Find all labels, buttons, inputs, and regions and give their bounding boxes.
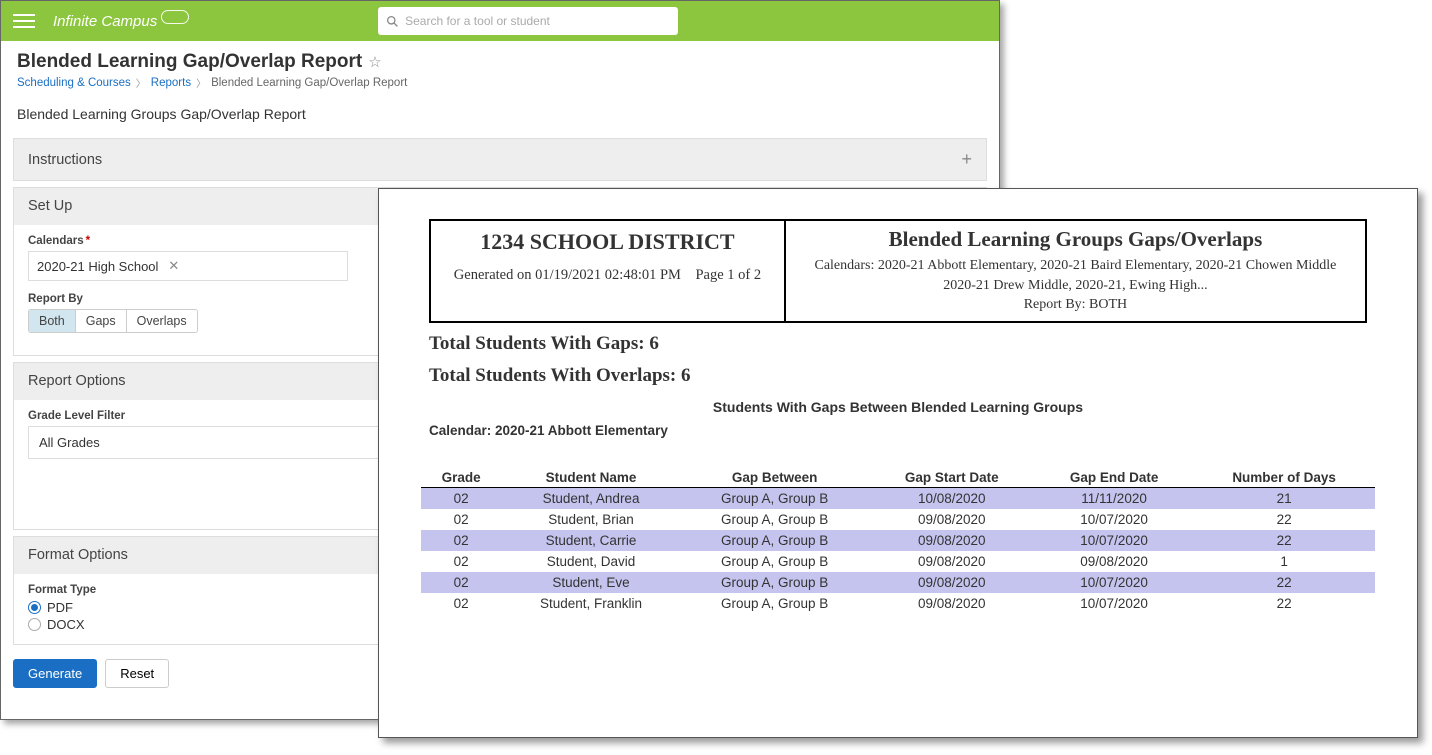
table-row: 02Student, BrianGroup A, Group B09/08/20… bbox=[421, 509, 1375, 530]
table-row: 02Student, CarrieGroup A, Group B09/08/2… bbox=[421, 530, 1375, 551]
table-cell: 21 bbox=[1193, 487, 1375, 509]
report-header: 1234 SCHOOL DISTRICT Generated on 01/19/… bbox=[429, 219, 1367, 323]
table-cell: Group A, Group B bbox=[681, 551, 869, 572]
instructions-panel: Instructions + bbox=[13, 138, 987, 181]
report-subtitle: Blended Learning Groups Gap/Overlap Repo… bbox=[1, 96, 999, 132]
remove-chip-icon[interactable]: ✕ bbox=[168, 258, 179, 274]
table-row: 02Student, EveGroup A, Group B09/08/2020… bbox=[421, 572, 1375, 593]
crumb-scheduling[interactable]: Scheduling & Courses bbox=[17, 77, 131, 89]
table-cell: 02 bbox=[421, 530, 501, 551]
report-title: Blended Learning Groups Gaps/Overlaps bbox=[796, 227, 1355, 252]
table-cell: Group A, Group B bbox=[681, 530, 869, 551]
total-overlaps: Total Students With Overlaps: 6 bbox=[429, 365, 1367, 387]
seg-gaps[interactable]: Gaps bbox=[76, 310, 127, 332]
table-cell: 10/07/2020 bbox=[1035, 572, 1193, 593]
generated-timestamp: Generated on 01/19/2021 02:48:01 PM bbox=[454, 267, 681, 283]
th-grade: Grade bbox=[421, 466, 501, 488]
table-cell: Student, Brian bbox=[501, 509, 680, 530]
page-title: Blended Learning Gap/Overlap Report bbox=[17, 51, 362, 73]
th-start: Gap Start Date bbox=[869, 466, 1035, 488]
radio-docx-label: DOCX bbox=[47, 617, 85, 632]
search-input[interactable] bbox=[405, 14, 670, 28]
calendars-select[interactable]: 2020-21 High School ✕ bbox=[28, 251, 348, 281]
radio-icon bbox=[28, 601, 41, 614]
report-calendars2: 2020-21 Drew Middle, 2020-21, Ewing High… bbox=[796, 276, 1355, 296]
table-cell: 22 bbox=[1193, 593, 1375, 614]
table-cell: 10/07/2020 bbox=[1035, 593, 1193, 614]
calendar-line: Calendar: 2020-21 Abbott Elementary bbox=[429, 423, 1367, 438]
table-cell: 22 bbox=[1193, 509, 1375, 530]
table-cell: 09/08/2020 bbox=[1035, 551, 1193, 572]
th-between: Gap Between bbox=[681, 466, 869, 488]
table-cell: 02 bbox=[421, 593, 501, 614]
report-preview: 1234 SCHOOL DISTRICT Generated on 01/19/… bbox=[378, 188, 1418, 738]
table-cell: 09/08/2020 bbox=[869, 509, 1035, 530]
table-cell: Group A, Group B bbox=[681, 509, 869, 530]
report-by-line: Report By: BOTH bbox=[796, 295, 1355, 315]
table-cell: 09/08/2020 bbox=[869, 530, 1035, 551]
th-end: Gap End Date bbox=[1035, 466, 1193, 488]
crumb-reports[interactable]: Reports bbox=[151, 77, 191, 89]
table-cell: 10/08/2020 bbox=[869, 487, 1035, 509]
table-cell: 02 bbox=[421, 509, 501, 530]
district-name: 1234 SCHOOL DISTRICT bbox=[441, 229, 774, 255]
cloud-icon bbox=[161, 10, 189, 24]
page-header: Blended Learning Gap/Overlap Report ☆ Sc… bbox=[1, 41, 999, 96]
table-cell: Student, Carrie bbox=[501, 530, 680, 551]
th-name: Student Name bbox=[501, 466, 680, 488]
table-cell: 02 bbox=[421, 572, 501, 593]
section-title: Students With Gaps Between Blended Learn… bbox=[379, 399, 1417, 415]
top-bar: Infinite Campus bbox=[1, 1, 999, 41]
table-cell: 10/07/2020 bbox=[1035, 530, 1193, 551]
table-cell: 09/08/2020 bbox=[869, 551, 1035, 572]
page-indicator: Page 1 of 2 bbox=[695, 267, 761, 283]
radio-pdf-label: PDF bbox=[47, 600, 73, 615]
search-wrap bbox=[378, 7, 678, 35]
crumb-current: Blended Learning Gap/Overlap Report bbox=[211, 77, 407, 89]
report-by-segment: Both Gaps Overlaps bbox=[28, 309, 198, 333]
favorite-star-icon[interactable]: ☆ bbox=[368, 53, 381, 71]
table-cell: 09/08/2020 bbox=[869, 593, 1035, 614]
radio-icon bbox=[28, 618, 41, 631]
table-cell: Student, Franklin bbox=[501, 593, 680, 614]
table-cell: Group A, Group B bbox=[681, 572, 869, 593]
table-cell: 09/08/2020 bbox=[869, 572, 1035, 593]
table-cell: Group A, Group B bbox=[681, 593, 869, 614]
chevron-right-icon: 〉 bbox=[196, 75, 206, 90]
table-row: 02Student, FranklinGroup A, Group B09/08… bbox=[421, 593, 1375, 614]
seg-overlaps[interactable]: Overlaps bbox=[127, 310, 197, 332]
table-cell: Student, Andrea bbox=[501, 487, 680, 509]
table-cell: 02 bbox=[421, 487, 501, 509]
table-cell: 1 bbox=[1193, 551, 1375, 572]
menu-icon[interactable] bbox=[13, 10, 35, 32]
chevron-right-icon: 〉 bbox=[136, 75, 146, 90]
th-days: Number of Days bbox=[1193, 466, 1375, 488]
gap-table: Grade Student Name Gap Between Gap Start… bbox=[421, 466, 1375, 614]
breadcrumb: Scheduling & Courses 〉 Reports 〉 Blended… bbox=[17, 75, 983, 90]
table-cell: Group A, Group B bbox=[681, 487, 869, 509]
seg-both[interactable]: Both bbox=[29, 310, 76, 332]
search-box[interactable] bbox=[378, 7, 678, 35]
table-cell: 10/07/2020 bbox=[1035, 509, 1193, 530]
table-cell: Student, Eve bbox=[501, 572, 680, 593]
instructions-title: Instructions bbox=[28, 152, 102, 168]
total-gaps: Total Students With Gaps: 6 bbox=[429, 333, 1367, 355]
table-cell: 22 bbox=[1193, 530, 1375, 551]
table-cell: 11/11/2020 bbox=[1035, 487, 1193, 509]
reset-button[interactable]: Reset bbox=[105, 659, 169, 688]
expand-icon[interactable]: + bbox=[961, 149, 972, 170]
logo-text: Infinite Campus bbox=[53, 13, 157, 30]
instructions-header[interactable]: Instructions + bbox=[14, 139, 986, 180]
calendar-chip-label: 2020-21 High School bbox=[37, 259, 158, 274]
table-cell: Student, David bbox=[501, 551, 680, 572]
report-calendars: Calendars: 2020-21 Abbott Elementary, 20… bbox=[796, 256, 1355, 276]
table-cell: 22 bbox=[1193, 572, 1375, 593]
generate-button[interactable]: Generate bbox=[13, 659, 97, 688]
table-row: 02Student, AndreaGroup A, Group B10/08/2… bbox=[421, 487, 1375, 509]
logo: Infinite Campus bbox=[53, 13, 189, 30]
search-icon bbox=[386, 15, 399, 28]
table-row: 02Student, DavidGroup A, Group B09/08/20… bbox=[421, 551, 1375, 572]
table-cell: 02 bbox=[421, 551, 501, 572]
